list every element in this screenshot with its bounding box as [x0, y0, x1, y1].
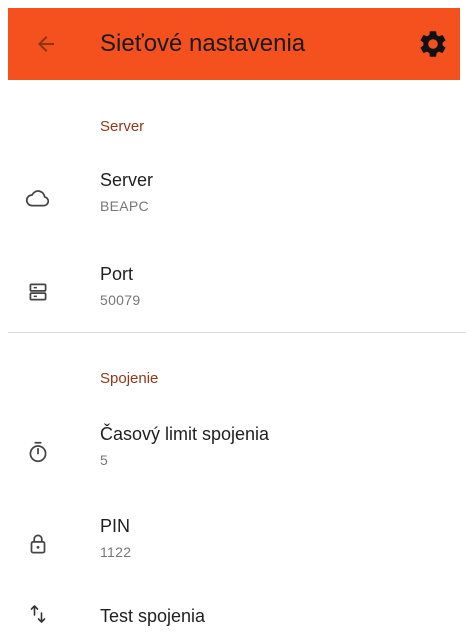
section-divider — [8, 332, 466, 333]
settings-item-pin[interactable]: PIN 1122 — [0, 516, 466, 588]
section-header-spojenie: Spojenie — [100, 370, 159, 387]
port-value: 50079 — [100, 292, 141, 308]
test-connection-label: Test spojenia — [100, 606, 206, 626]
settings-button[interactable] — [416, 27, 450, 61]
settings-item-server[interactable]: Server BEAPC — [0, 170, 466, 242]
page-title: Sieťové nastavenia — [100, 30, 306, 57]
pin-value: 1122 — [100, 544, 132, 560]
settings-item-port[interactable]: Port 50079 — [0, 264, 466, 336]
server-label: Server — [100, 170, 154, 190]
server-icon — [24, 278, 52, 306]
back-button[interactable] — [30, 28, 62, 60]
timer-icon — [24, 438, 52, 466]
network-settings-screen: Sieťové nastavenia Server Server BEAPC P… — [0, 0, 466, 632]
server-value: BEAPC — [100, 198, 149, 214]
arrow-left-icon — [38, 36, 54, 52]
timeout-label: Časový limit spojenia — [100, 424, 270, 444]
gear-icon — [420, 31, 446, 57]
app-bar: Sieťové nastavenia — [8, 8, 460, 80]
cloud-icon — [24, 184, 52, 212]
pin-label: PIN — [100, 516, 131, 536]
lock-icon — [24, 530, 52, 558]
timeout-value: 5 — [100, 452, 109, 468]
section-header-server: Server — [100, 118, 145, 135]
port-label: Port — [100, 264, 134, 284]
swap-vertical-icon — [24, 600, 52, 628]
settings-item-test-connection[interactable]: Test spojenia — [0, 605, 466, 632]
settings-item-timeout[interactable]: Časový limit spojenia 5 — [0, 424, 466, 496]
